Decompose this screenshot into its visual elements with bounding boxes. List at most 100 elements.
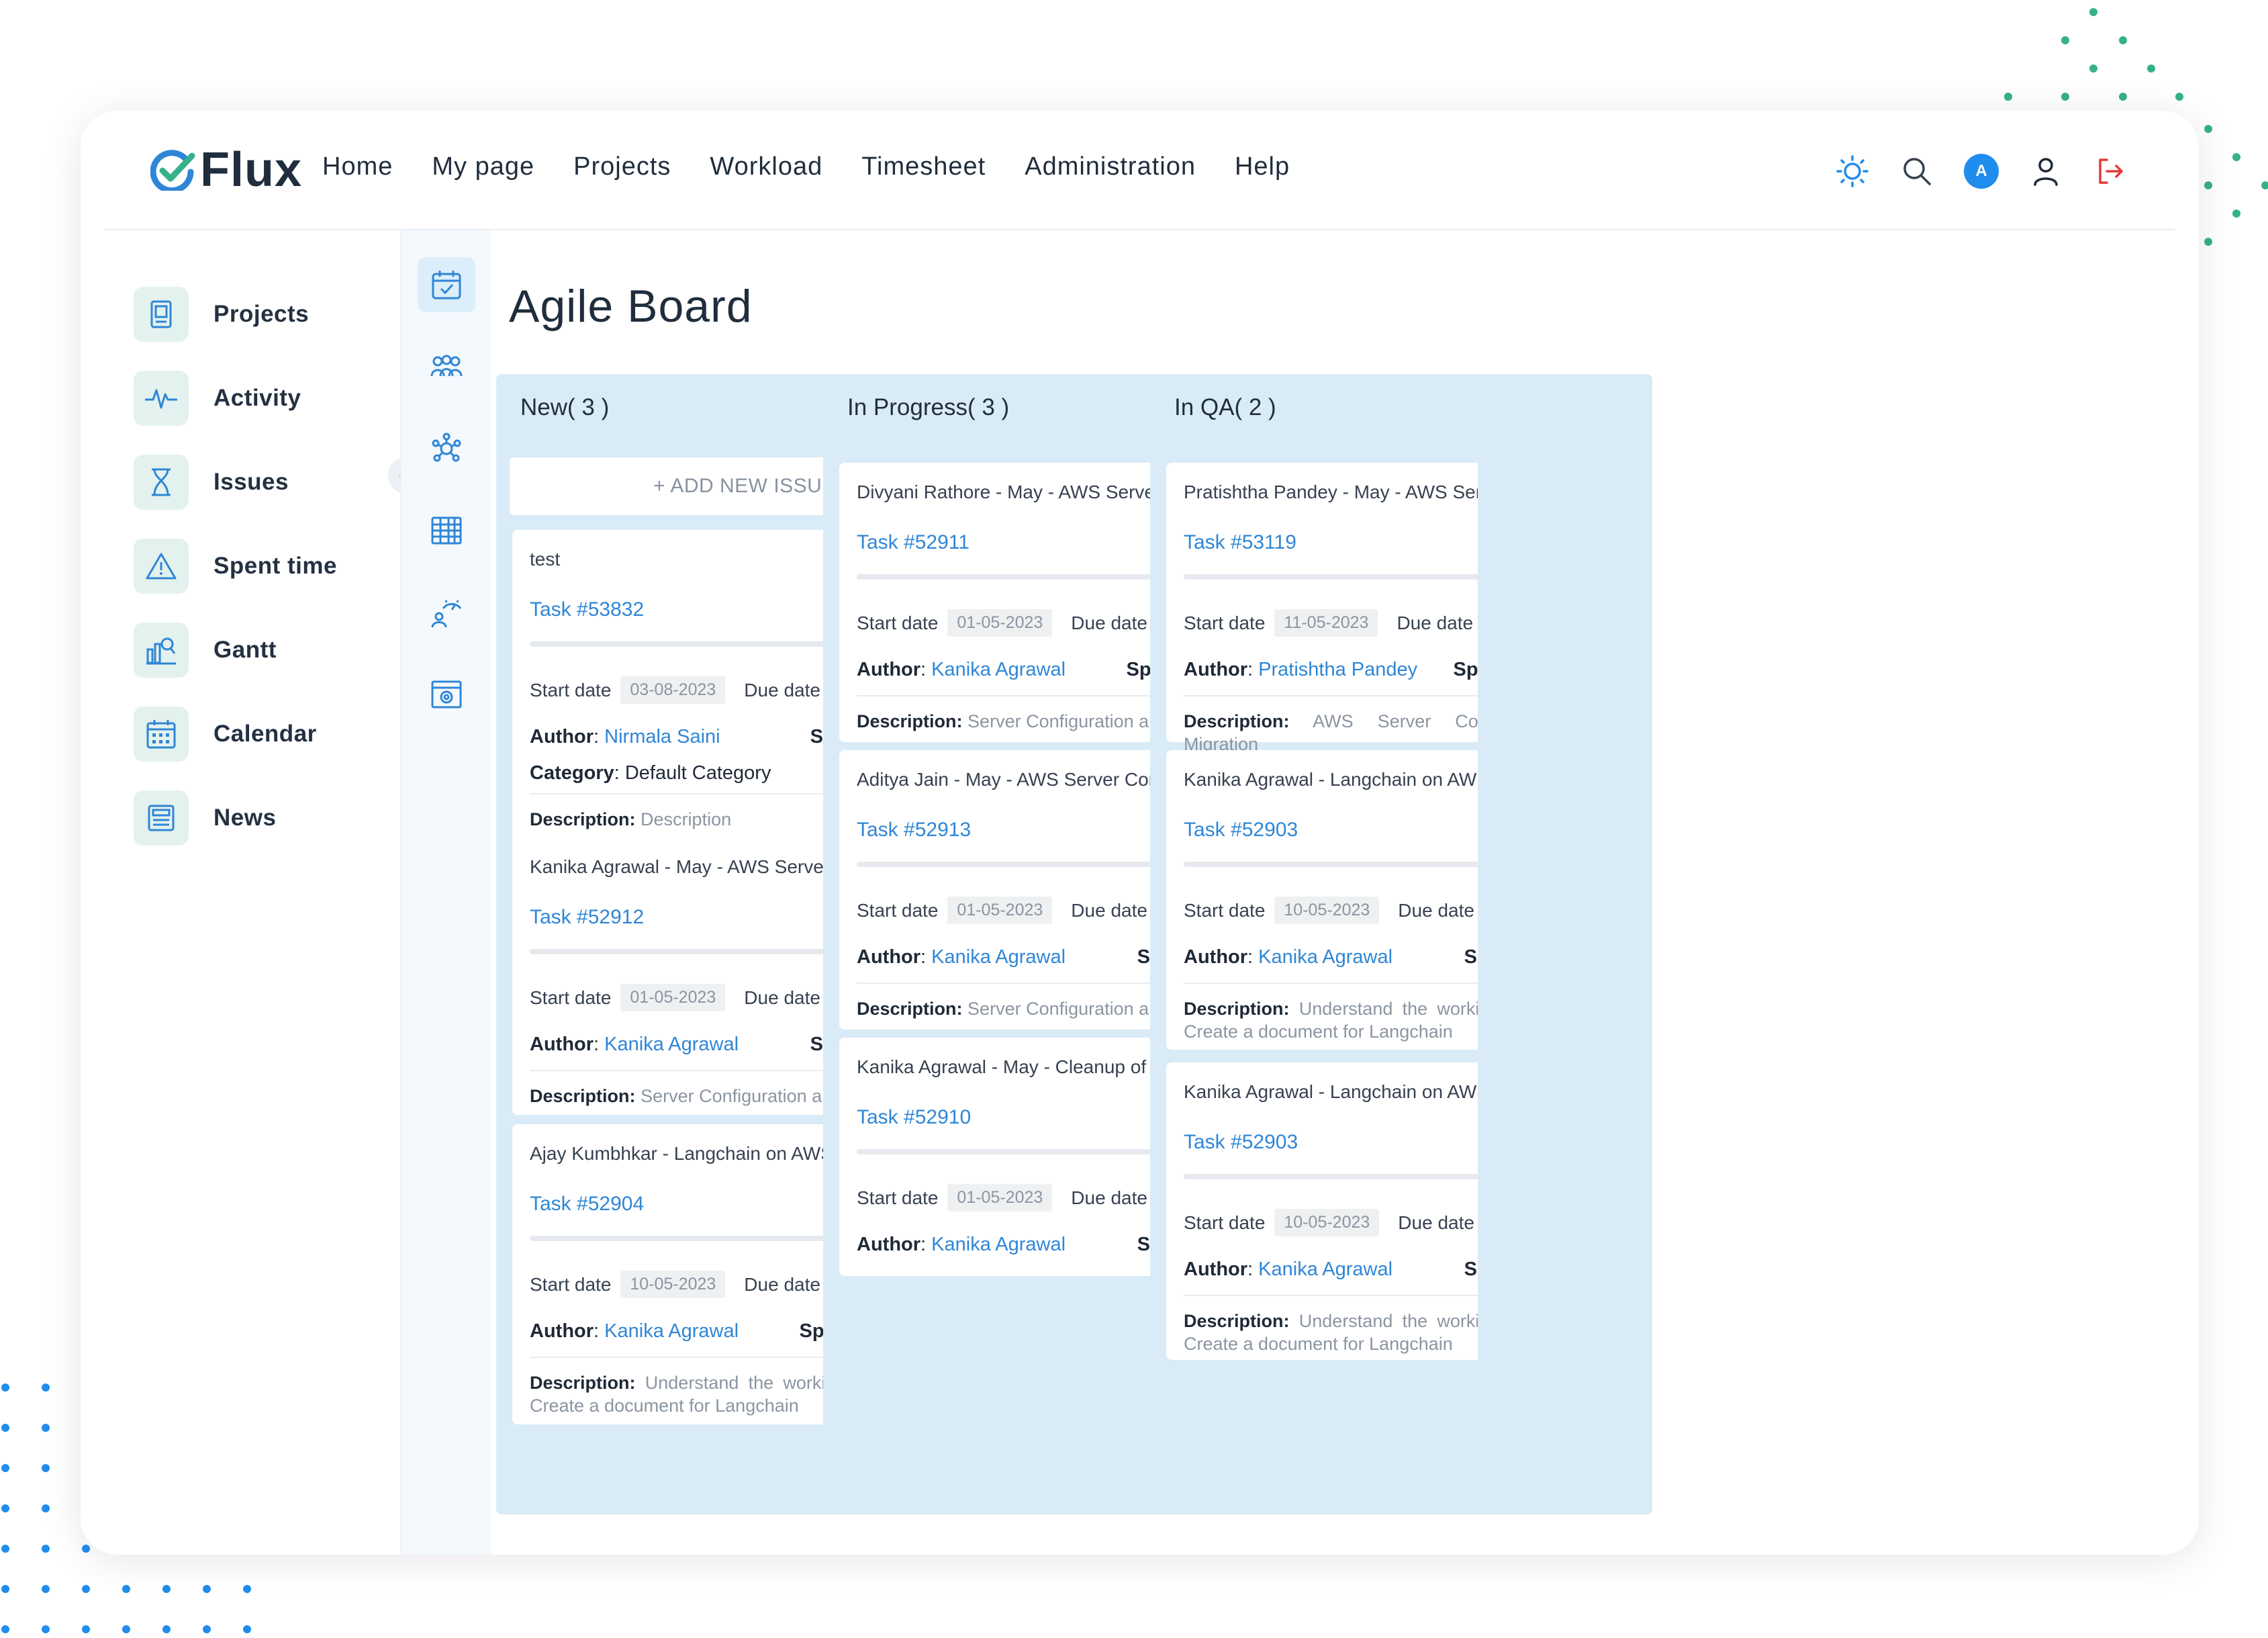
team-icon[interactable] xyxy=(418,339,475,394)
author-label: Author xyxy=(1184,659,1248,680)
author-name[interactable]: Kanika Agrawal xyxy=(1258,1259,1392,1280)
description-label: Description: xyxy=(530,1373,636,1393)
description-label: Description: xyxy=(1184,711,1290,731)
author-name[interactable]: Pratishtha Pandey xyxy=(1258,659,1417,680)
page-title: Agile Board xyxy=(509,281,753,332)
calendar-icon xyxy=(134,707,189,762)
logout-icon[interactable] xyxy=(2093,154,2128,189)
nav-my-page[interactable]: My page xyxy=(432,152,534,181)
task-link[interactable]: Task #52904 xyxy=(530,1193,644,1216)
sidebar-item-label: Issues xyxy=(214,469,289,495)
author-name[interactable]: Kanika Agrawal xyxy=(1258,946,1392,968)
user-icon[interactable] xyxy=(2028,154,2063,189)
settings-board-icon[interactable] xyxy=(418,667,475,722)
sidebar-item-label: Projects xyxy=(214,301,310,327)
card-title: Ajay Kumbhkar - Langchain on AWS xyxy=(530,1143,833,1164)
decorative-dot xyxy=(243,1625,251,1633)
author-name[interactable]: Kanika Agrawal xyxy=(931,659,1066,680)
card-title: test xyxy=(530,549,561,570)
flux-logo[interactable]: Flux xyxy=(150,143,302,197)
sidebar-item-label: Spent time xyxy=(214,553,337,579)
author-name[interactable]: Kanika Agrawal xyxy=(604,1320,739,1342)
nav-home[interactable]: Home xyxy=(322,152,393,181)
decorative-dot xyxy=(203,1625,211,1633)
decorative-dot xyxy=(2204,181,2212,189)
start-date-value: 10-05-2023 xyxy=(620,1271,726,1298)
start-date-label: Start date xyxy=(857,899,939,921)
author-label: Author xyxy=(530,726,594,747)
sidebar-item-gantt[interactable]: Gantt xyxy=(134,623,277,678)
decorative-dot xyxy=(1,1383,9,1392)
start-date-label: Start date xyxy=(1184,612,1266,633)
author-name[interactable]: Nirmala Saini xyxy=(604,726,720,747)
due-date-label: Due date xyxy=(1071,1187,1147,1208)
decorative-dot xyxy=(2089,8,2097,16)
decorative-dot xyxy=(2204,125,2212,133)
nav-administration[interactable]: Administration xyxy=(1025,152,1196,181)
decorative-dot xyxy=(2004,93,2012,101)
decorative-dot xyxy=(243,1585,251,1593)
sidebar-item-issues[interactable]: Issues xyxy=(134,455,289,510)
sun-icon[interactable] xyxy=(1835,154,1870,189)
sidebar-item-spent-time[interactable]: Spent time xyxy=(134,539,337,594)
decorative-dot xyxy=(42,1545,50,1553)
description-label: Description: xyxy=(1184,1311,1290,1331)
sidebar-item-projects[interactable]: Projects xyxy=(134,287,309,342)
category-value: Default Category xyxy=(624,762,771,784)
nav-timesheet[interactable]: Timesheet xyxy=(861,152,986,181)
description-label: Description: xyxy=(530,809,636,829)
author-name[interactable]: Kanika Agrawal xyxy=(604,1034,739,1055)
top-navbar: Flux Home My page Projects Workload Time… xyxy=(105,111,2175,230)
user-dashboard-icon[interactable] xyxy=(418,585,475,640)
task-link[interactable]: Task #53832 xyxy=(530,598,644,621)
search-icon[interactable] xyxy=(1899,154,1934,189)
decorative-dot xyxy=(2232,210,2240,218)
task-link[interactable]: Task #52911 xyxy=(857,531,970,554)
decorative-dot xyxy=(82,1585,90,1593)
decorative-dot xyxy=(2147,64,2155,73)
user-avatar[interactable]: A xyxy=(1964,154,1999,189)
task-link[interactable]: Task #52913 xyxy=(857,819,971,841)
due-date-label: Due date xyxy=(1397,612,1474,633)
start-date-value: 10-05-2023 xyxy=(1274,897,1380,924)
author-name[interactable]: Kanika Agrawal xyxy=(931,946,1066,968)
decorative-dot xyxy=(82,1545,90,1553)
description-label: Description: xyxy=(1184,999,1290,1019)
start-date-label: Start date xyxy=(857,612,939,633)
author-label: Author xyxy=(857,659,921,680)
author-label: Author xyxy=(530,1320,594,1342)
author-name[interactable]: Kanika Agrawal xyxy=(931,1234,1066,1255)
nav-projects[interactable]: Projects xyxy=(573,152,671,181)
task-link[interactable]: Task #53119 xyxy=(1184,531,1296,554)
decorative-dot xyxy=(1,1585,9,1593)
due-date-label: Due date xyxy=(1071,899,1147,921)
network-icon[interactable] xyxy=(418,421,475,476)
decorative-dot xyxy=(1,1504,9,1512)
start-date-label: Start date xyxy=(857,1187,939,1208)
main-nav: Home My page Projects Workload Timesheet… xyxy=(322,152,1290,181)
start-date-label: Start date xyxy=(1184,1212,1266,1233)
agile-board-icon[interactable] xyxy=(418,257,475,312)
decorative-dot xyxy=(1,1625,9,1633)
project-icon xyxy=(134,287,189,342)
start-date-value: 03-08-2023 xyxy=(620,676,726,704)
decorative-dot xyxy=(2232,153,2240,161)
warning-icon xyxy=(134,539,189,594)
decorative-dot xyxy=(203,1585,211,1593)
start-date-label: Start date xyxy=(1184,899,1266,921)
nav-help[interactable]: Help xyxy=(1235,152,1290,181)
sidebar-item-activity[interactable]: Activity xyxy=(134,371,301,426)
task-link[interactable]: Task #52903 xyxy=(1184,819,1298,841)
start-date-value: 01-05-2023 xyxy=(947,1184,1053,1212)
author-label: Author xyxy=(857,946,921,968)
card-title: Kanika Agrawal - Langchain on AWS xyxy=(1184,769,1490,790)
decorative-dot xyxy=(2061,36,2069,44)
task-link[interactable]: Task #52903 xyxy=(1184,1131,1298,1154)
decorative-dot xyxy=(82,1625,90,1633)
sidebar-item-news[interactable]: News xyxy=(134,790,276,846)
nav-workload[interactable]: Workload xyxy=(710,152,822,181)
table-grid-icon[interactable] xyxy=(418,503,475,558)
task-link[interactable]: Task #52912 xyxy=(530,906,644,929)
sidebar-item-calendar[interactable]: Calendar xyxy=(134,707,317,762)
task-link[interactable]: Task #52910 xyxy=(857,1106,971,1129)
